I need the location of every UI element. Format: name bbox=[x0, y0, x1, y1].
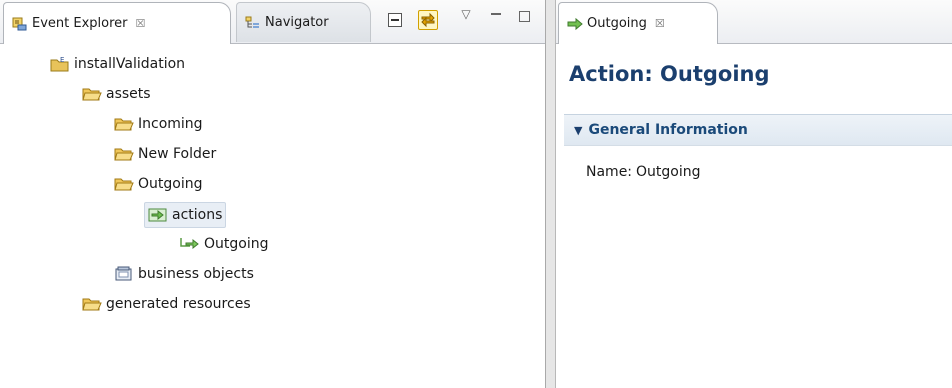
folder-icon bbox=[82, 296, 102, 312]
folder-icon bbox=[114, 116, 134, 132]
tree-item-outgoing-action[interactable]: Outgoing bbox=[180, 233, 268, 255]
tree-item-business-objects[interactable]: business objects bbox=[114, 263, 254, 285]
editor-area: Outgoing ☒ Action: Outgoing ▼ General In… bbox=[556, 0, 952, 388]
close-icon[interactable]: ☒ bbox=[655, 17, 665, 30]
pane-splitter[interactable] bbox=[546, 0, 556, 388]
name-value: Outgoing bbox=[636, 164, 701, 180]
tab-event-explorer-label: Event Explorer bbox=[32, 16, 128, 31]
tab-navigator[interactable]: Navigator bbox=[236, 2, 371, 42]
tab-editor-outgoing[interactable]: Outgoing ☒ bbox=[558, 2, 718, 44]
actions-icon bbox=[148, 207, 168, 223]
section-label: General Information bbox=[588, 122, 748, 138]
action-arrow-icon bbox=[567, 16, 583, 32]
tree-item-incoming[interactable]: Incoming bbox=[114, 113, 203, 135]
folder-icon bbox=[114, 176, 134, 192]
editor-tab-label: Outgoing bbox=[587, 16, 647, 31]
name-label: Name: bbox=[586, 164, 633, 180]
collapse-all-button[interactable] bbox=[388, 13, 402, 27]
tree-item-new-folder[interactable]: New Folder bbox=[114, 143, 216, 165]
tree-item-generated-resources[interactable]: generated resources bbox=[82, 293, 251, 315]
tree-item-actions[interactable]: actions bbox=[144, 202, 227, 228]
maximize-icon[interactable] bbox=[514, 6, 534, 26]
minimize-icon[interactable] bbox=[486, 4, 506, 24]
tree-item-outgoing-folder[interactable]: Outgoing bbox=[114, 173, 202, 195]
page-title: Action: Outgoing bbox=[569, 62, 770, 86]
tree-item-assets[interactable]: assets bbox=[82, 83, 151, 105]
event-tree: E installValidation assets Incoming New … bbox=[0, 44, 545, 388]
folder-icon bbox=[114, 146, 134, 162]
event-explorer-icon bbox=[12, 16, 28, 32]
link-with-editor-button[interactable] bbox=[418, 10, 438, 30]
left-tabbar: Event Explorer ☒ Navigator ▽ bbox=[0, 0, 545, 44]
tree-item-installvalidation[interactable]: E installValidation bbox=[50, 53, 185, 75]
folder-icon bbox=[82, 86, 102, 102]
project-icon: E bbox=[50, 56, 70, 72]
general-information-section[interactable]: ▼ General Information bbox=[564, 114, 952, 146]
chevron-down-icon: ▼ bbox=[574, 123, 583, 137]
tab-event-explorer[interactable]: Event Explorer ☒ bbox=[3, 2, 231, 44]
business-object-icon bbox=[114, 266, 134, 282]
editor-tabbar: Outgoing ☒ bbox=[556, 0, 952, 44]
svg-text:E: E bbox=[60, 56, 64, 64]
event-explorer-view: Event Explorer ☒ Navigator ▽ E installVa… bbox=[0, 0, 546, 388]
close-icon[interactable]: ☒ bbox=[136, 17, 146, 30]
tab-navigator-label: Navigator bbox=[265, 15, 329, 30]
name-field: Name: Outgoing bbox=[586, 164, 701, 180]
arrow-action-icon bbox=[180, 236, 200, 252]
link-with-editor-icon bbox=[421, 12, 435, 28]
view-menu-icon[interactable]: ▽ bbox=[456, 4, 476, 24]
navigator-icon bbox=[245, 15, 261, 31]
